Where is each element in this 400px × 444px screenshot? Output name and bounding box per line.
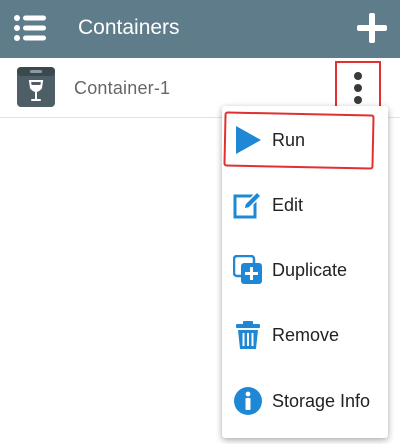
hamburger-icon[interactable] — [14, 14, 46, 42]
menu-label-edit: Edit — [272, 195, 304, 215]
menu-item-remove[interactable]: Remove — [222, 303, 388, 367]
info-icon — [234, 387, 262, 415]
plus-icon[interactable] — [356, 12, 388, 44]
menu-label-remove: Remove — [272, 325, 340, 345]
trash-icon — [236, 321, 260, 349]
container-name: Container-1 — [74, 78, 171, 98]
edit-pencil-icon — [233, 190, 263, 219]
page-title: Containers — [78, 16, 180, 39]
app-bar: Containers — [0, 0, 400, 58]
duplicate-icon — [233, 255, 262, 284]
menu-item-edit[interactable]: Edit — [222, 173, 388, 237]
menu-item-storage-info[interactable]: Storage Info — [222, 368, 388, 432]
wine-glass-box-icon — [17, 67, 55, 107]
menu-label-storage-info: Storage Info — [272, 391, 371, 411]
menu-item-duplicate[interactable]: Duplicate — [222, 238, 388, 302]
menu-label-duplicate: Duplicate — [272, 260, 348, 280]
annotation-highlight-run — [223, 111, 375, 170]
